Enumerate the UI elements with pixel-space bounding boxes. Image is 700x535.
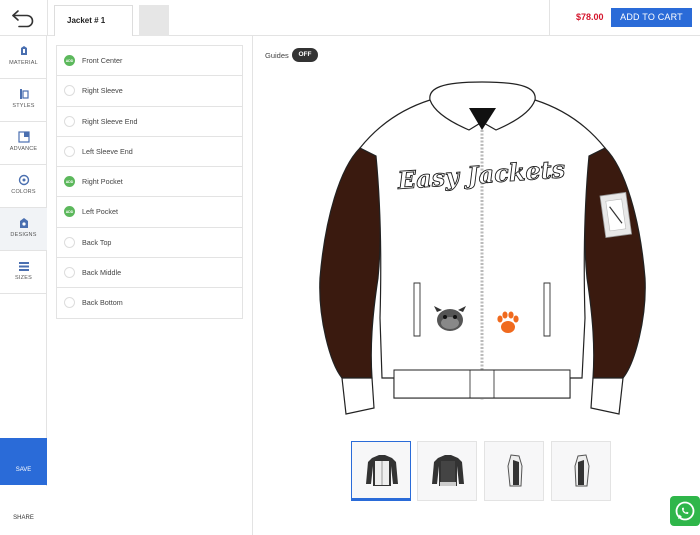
top-bar: Jacket # 1 $78.00 ADD TO CART: [0, 0, 700, 36]
location-label: Back Top: [82, 237, 112, 247]
location-left-sleeve-end[interactable]: Left Sleeve End: [57, 137, 242, 168]
jacket-preview[interactable]: Easy Jackets: [310, 78, 655, 423]
jacket-right-side-icon: [574, 454, 590, 487]
location-label: Left Sleeve End: [82, 146, 133, 156]
radio-empty-icon: [64, 267, 75, 279]
location-label: Back Bottom: [82, 298, 123, 308]
guides-toggle[interactable]: OFF: [292, 48, 318, 62]
sidebar: MATERIAL STYLES ADVANCE COLORS DESIGNS S…: [0, 36, 47, 535]
add-tab-button[interactable]: [139, 5, 169, 36]
view-thumb-left[interactable]: [484, 441, 544, 501]
jacket-back-icon: [432, 455, 464, 486]
right-sleeve: [584, 147, 646, 379]
save-button[interactable]: SAVE: [0, 438, 47, 485]
view-thumb-right[interactable]: [551, 441, 611, 501]
guides-label: Guides: [265, 51, 289, 60]
location-label: Right Sleeve: [82, 86, 123, 96]
right-cuff: [590, 377, 624, 415]
location-front-center[interactable]: ADD Front Center: [57, 46, 242, 77]
radio-empty-icon: [64, 145, 75, 157]
location-right-sleeve[interactable]: Right Sleeve: [57, 76, 242, 107]
location-label: Front Center: [82, 56, 123, 65]
radio-empty-icon: [64, 85, 75, 97]
location-right-sleeve-end[interactable]: Right Sleeve End: [57, 107, 242, 137]
location-label: Right Sleeve End: [82, 116, 138, 126]
waistband: [393, 369, 571, 399]
location-right-pocket[interactable]: ADD Right Pocket: [57, 167, 242, 198]
tab-jacket-1[interactable]: Jacket # 1: [54, 5, 133, 36]
material-icon: [18, 44, 30, 56]
check-icon: ADD: [64, 206, 75, 218]
add-to-cart-button[interactable]: ADD TO CART: [611, 8, 692, 27]
sidebar-item-label: COLORS: [11, 189, 36, 195]
sidebar-item-sizes[interactable]: SIZES: [0, 251, 47, 294]
left-cuff: [341, 377, 375, 415]
view-thumb-back[interactable]: [417, 441, 477, 501]
location-back-bottom[interactable]: Back Bottom: [57, 288, 242, 319]
sleeve-tag: [599, 191, 633, 239]
location-label: Left Pocket: [82, 207, 118, 217]
location-back-middle[interactable]: Back Middle: [57, 258, 242, 289]
radio-empty-icon: [64, 297, 75, 309]
sidebar-item-designs[interactable]: DESIGNS: [0, 208, 47, 251]
price-label: $78.00: [576, 12, 604, 22]
location-back-top[interactable]: Back Top: [57, 228, 242, 259]
colors-icon: [18, 173, 30, 186]
sidebar-item-label: SIZES: [15, 275, 32, 281]
divider: [549, 0, 550, 36]
radio-empty-icon: [64, 236, 75, 248]
sidebar-item-label: DESIGNS: [10, 232, 37, 238]
advance-icon: [17, 130, 30, 143]
jacket-designer: Jacket # 1 $78.00 ADD TO CART MATERIAL S…: [0, 0, 700, 535]
divider: [47, 0, 48, 36]
sidebar-item-label: ADVANCE: [9, 146, 38, 152]
design-locations-list: ADD Front Center Right Sleeve Right Slee…: [56, 45, 243, 319]
designs-icon: [18, 216, 30, 228]
jacket-left-side-icon: [507, 454, 523, 487]
jacket-front-icon: [366, 455, 398, 486]
share-button[interactable]: SHARE: [0, 486, 47, 535]
location-left-pocket[interactable]: ADD Left Pocket: [57, 197, 242, 228]
left-sleeve: [319, 147, 381, 379]
styles-icon: [18, 87, 30, 99]
sidebar-item-styles[interactable]: STYLES: [0, 79, 47, 122]
radio-empty-icon: [64, 115, 75, 127]
sidebar-item-material[interactable]: MATERIAL: [0, 36, 47, 79]
whatsapp-icon[interactable]: [670, 496, 700, 526]
back-arrow-icon[interactable]: [10, 7, 36, 29]
sidebar-item-label: MATERIAL: [9, 60, 38, 66]
sizes-icon: [18, 259, 30, 271]
sidebar-item-advance[interactable]: ADVANCE: [0, 122, 47, 165]
check-icon: ADD: [64, 55, 75, 66]
check-icon: ADD: [64, 176, 75, 188]
location-label: Right Pocket: [82, 177, 123, 187]
sidebar-item-label: STYLES: [12, 103, 35, 109]
view-thumb-front[interactable]: [351, 441, 411, 501]
sidebar-item-colors[interactable]: COLORS: [0, 165, 47, 208]
divider: [252, 36, 253, 535]
location-label: Back Middle: [82, 268, 122, 278]
